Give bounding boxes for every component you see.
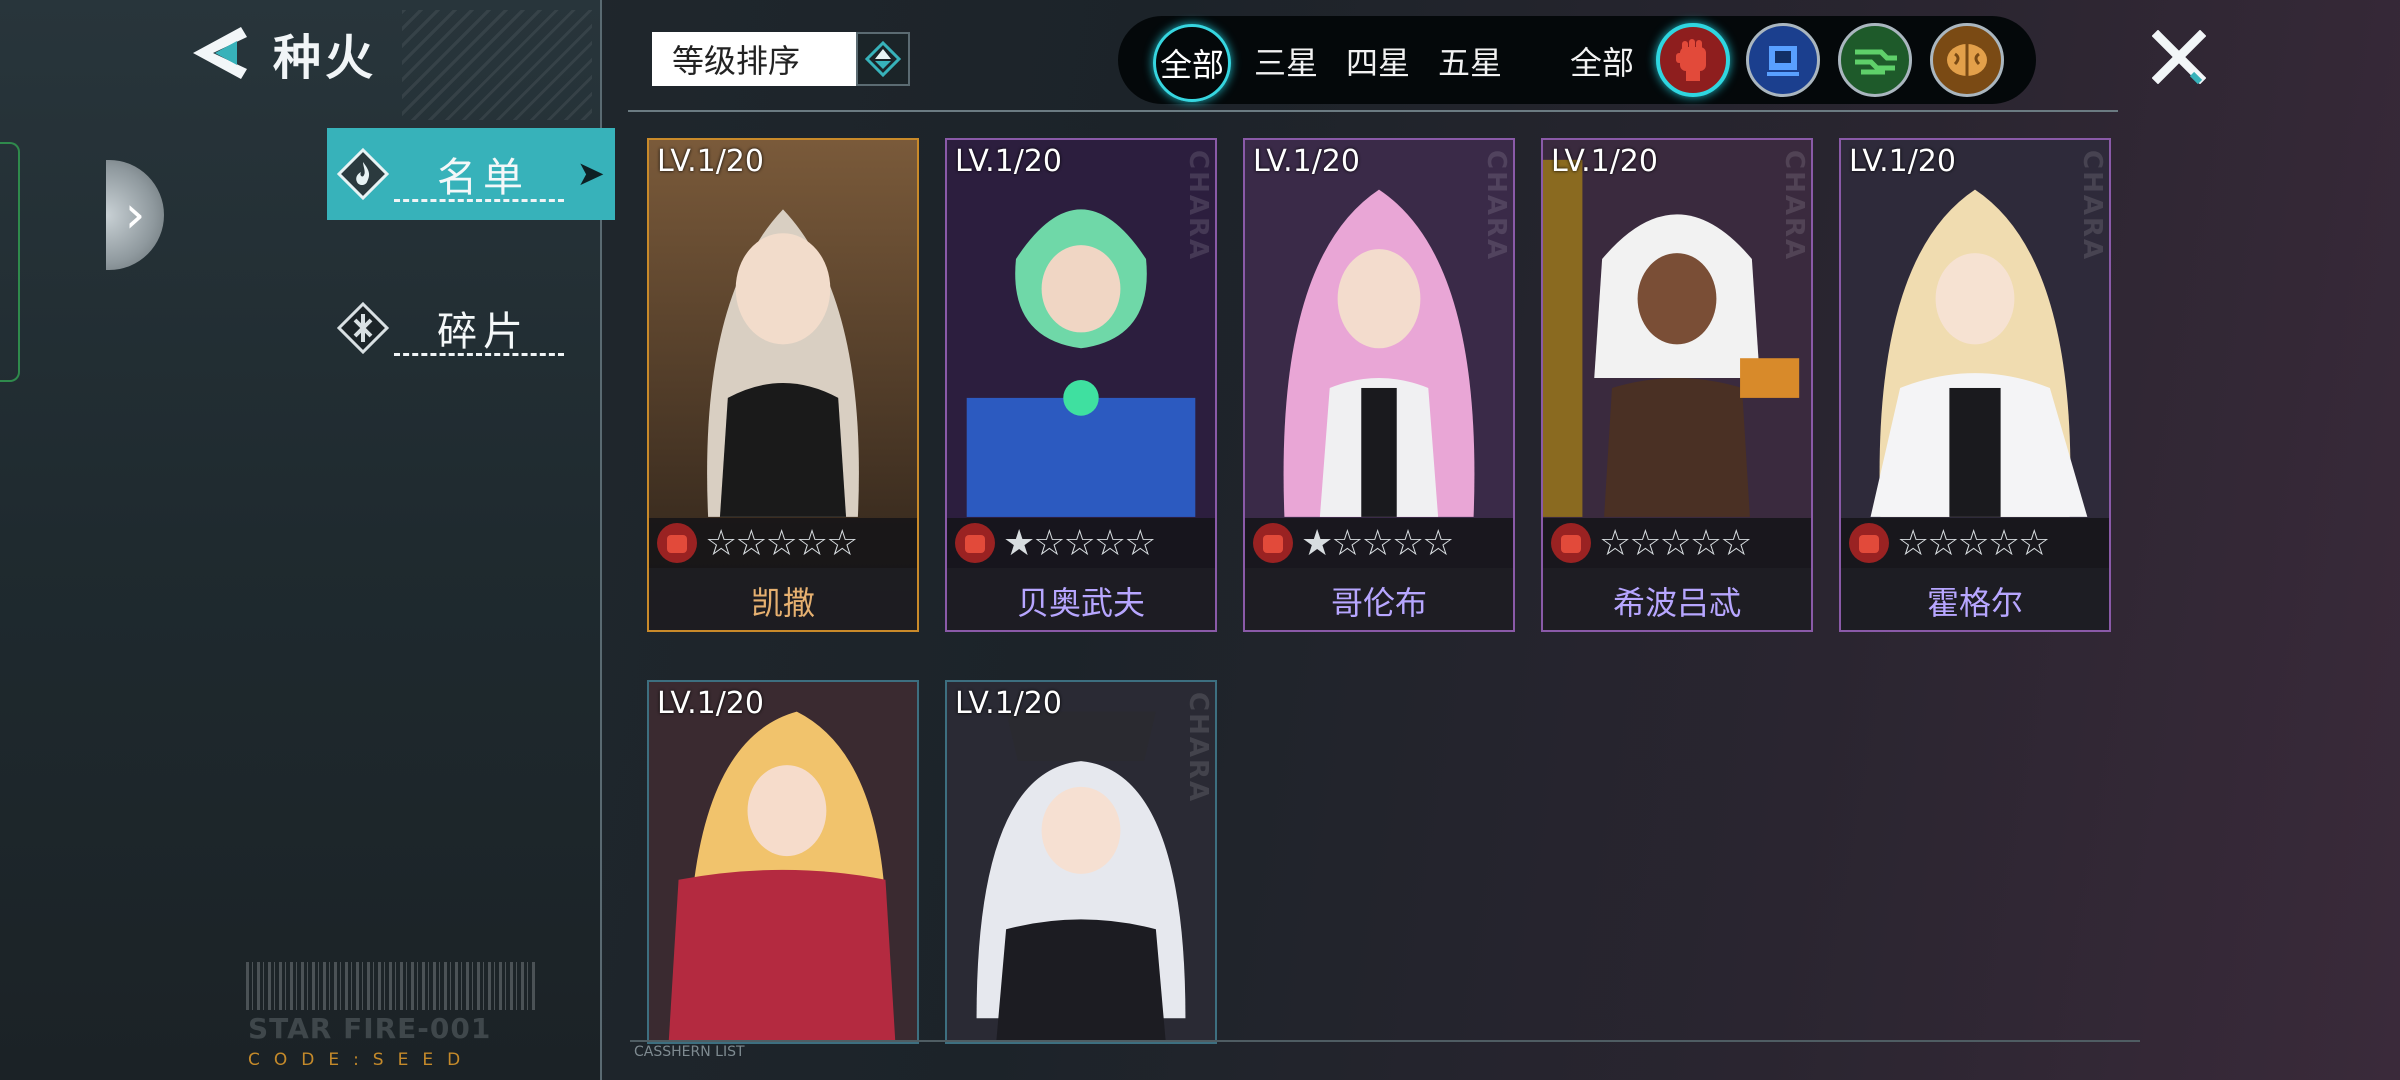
fist-icon	[1253, 523, 1293, 563]
header-divider	[628, 110, 2118, 112]
tab-underline	[394, 199, 564, 202]
character-name: 希波吕忒	[1612, 584, 1741, 622]
tab-roster-label: 名单	[437, 155, 529, 201]
character-portrait	[947, 682, 1215, 1042]
sort-diamond-icon	[865, 41, 901, 77]
rank-row: ☆☆☆☆☆	[1543, 518, 1811, 568]
circuit-icon	[1855, 49, 1897, 75]
watermark-text: CHARA	[1183, 692, 1213, 804]
star-rating: ☆☆☆☆☆	[705, 522, 858, 564]
character-card-hippolyta[interactable]: CHARA LV.1/20 ☆☆☆☆☆ 希波吕忒	[1541, 138, 1813, 632]
brain-icon	[1947, 44, 1987, 76]
filter-type-intellect[interactable]	[1930, 23, 2004, 97]
expand-arrow-button[interactable]: ›	[106, 160, 164, 270]
watermark-text: CHARA	[1481, 150, 1511, 262]
fist-icon	[1849, 523, 1889, 563]
list-tag: CASSHERN LIST	[634, 1044, 745, 1060]
level-text: LV.1/20	[1849, 144, 1956, 179]
rank-row: ☆☆☆☆☆	[649, 518, 917, 568]
close-icon[interactable]	[2152, 30, 2206, 84]
level-text: LV.1/20	[1551, 144, 1658, 179]
star-rating: ★☆☆☆☆	[1301, 522, 1454, 564]
tab-shards[interactable]: 碎片	[327, 282, 615, 374]
rank-row: ★☆☆☆☆	[947, 518, 1215, 568]
code-text: CODE:SEED	[248, 1050, 475, 1070]
level-text: LV.1/20	[1253, 144, 1360, 179]
name-plate: 贝奥武夫	[947, 568, 1215, 630]
name-plate: 希波吕忒	[1543, 568, 1811, 630]
rank-row: ★☆☆☆☆	[1245, 518, 1513, 568]
tab-underline	[394, 353, 564, 356]
filter-bar: 全部 三星 四星 五星 全部	[1118, 16, 2036, 104]
shard-badge-icon	[337, 302, 389, 354]
filter-type-tech[interactable]	[1746, 23, 1820, 97]
filter-four-star[interactable]: 四星	[1346, 38, 1410, 84]
character-name: 霍格尔	[1926, 584, 2023, 622]
left-panel: › 名单 ➤ 碎片 STAR FIRE-001 CODE:SEED	[0, 0, 615, 1080]
character-name: 凯撒	[750, 584, 815, 622]
filter-type-strength[interactable]	[1656, 23, 1730, 97]
character-name: 哥伦布	[1330, 584, 1427, 622]
side-bracket	[0, 142, 20, 382]
chip-icon	[1767, 46, 1799, 76]
sort-order-toggle[interactable]	[856, 32, 910, 86]
character-name: 贝奥武夫	[1016, 584, 1145, 622]
watermark-text: CHARA	[2077, 150, 2107, 262]
name-plate: 凯撒	[649, 568, 917, 630]
fist-icon	[955, 523, 995, 563]
level-text: LV.1/20	[657, 144, 764, 179]
star-rating: ☆☆☆☆☆	[1599, 522, 1752, 564]
footer-divider	[630, 1040, 2140, 1042]
back-arrow-icon[interactable]	[185, 23, 251, 83]
watermark-text: CHARA	[1183, 150, 1213, 262]
character-card-caesar[interactable]: LV.1/20 ☆☆☆☆☆ 凯撒	[647, 138, 919, 632]
star-rating: ☆☆☆☆☆	[1897, 522, 2050, 564]
filter-type-all[interactable]: 全部	[1570, 38, 1634, 84]
name-plate: 霍格尔	[1841, 568, 2109, 630]
watermark-text: CHARA	[1779, 150, 1809, 262]
filter-rarity-all[interactable]: 全部	[1153, 24, 1231, 102]
filter-five-star[interactable]: 五星	[1438, 38, 1502, 84]
character-card-beowulf[interactable]: CHARA LV.1/20 ★☆☆☆☆ 贝奥武夫	[945, 138, 1217, 632]
fist-icon	[1551, 523, 1591, 563]
tab-shards-label: 碎片	[437, 309, 529, 355]
barcode-decor	[246, 962, 536, 1010]
name-plate: 哥伦布	[1245, 568, 1513, 630]
level-text: LV.1/20	[955, 686, 1062, 721]
character-card-hogger[interactable]: CHARA LV.1/20 ☆☆☆☆☆ 霍格尔	[1839, 138, 2111, 632]
filter-type-agility[interactable]	[1838, 23, 1912, 97]
character-card-6[interactable]: LV.1/20	[647, 680, 919, 1044]
sort-select[interactable]: 等级排序	[652, 32, 856, 86]
character-card-7[interactable]: CHARA LV.1/20	[945, 680, 1217, 1044]
level-text: LV.1/20	[657, 686, 764, 721]
fist-icon	[657, 523, 697, 563]
character-card-columbus[interactable]: CHARA LV.1/20 ★☆☆☆☆ 哥伦布	[1243, 138, 1515, 632]
fist-icon	[1676, 39, 1706, 81]
character-portrait	[649, 682, 917, 1042]
level-text: LV.1/20	[955, 144, 1062, 179]
header: 种火	[185, 18, 377, 88]
star-rating: ★☆☆☆☆	[1003, 522, 1156, 564]
page-title: 种火	[273, 30, 378, 86]
decor-hatch	[402, 10, 592, 120]
chevron-right-icon: ➤	[576, 154, 606, 194]
flame-badge-icon	[337, 148, 389, 200]
filter-three-star[interactable]: 三星	[1254, 38, 1318, 84]
brand-text: STAR FIRE-001	[248, 1012, 492, 1045]
tab-roster[interactable]: 名单 ➤	[327, 128, 615, 220]
rank-row: ☆☆☆☆☆	[1841, 518, 2109, 568]
